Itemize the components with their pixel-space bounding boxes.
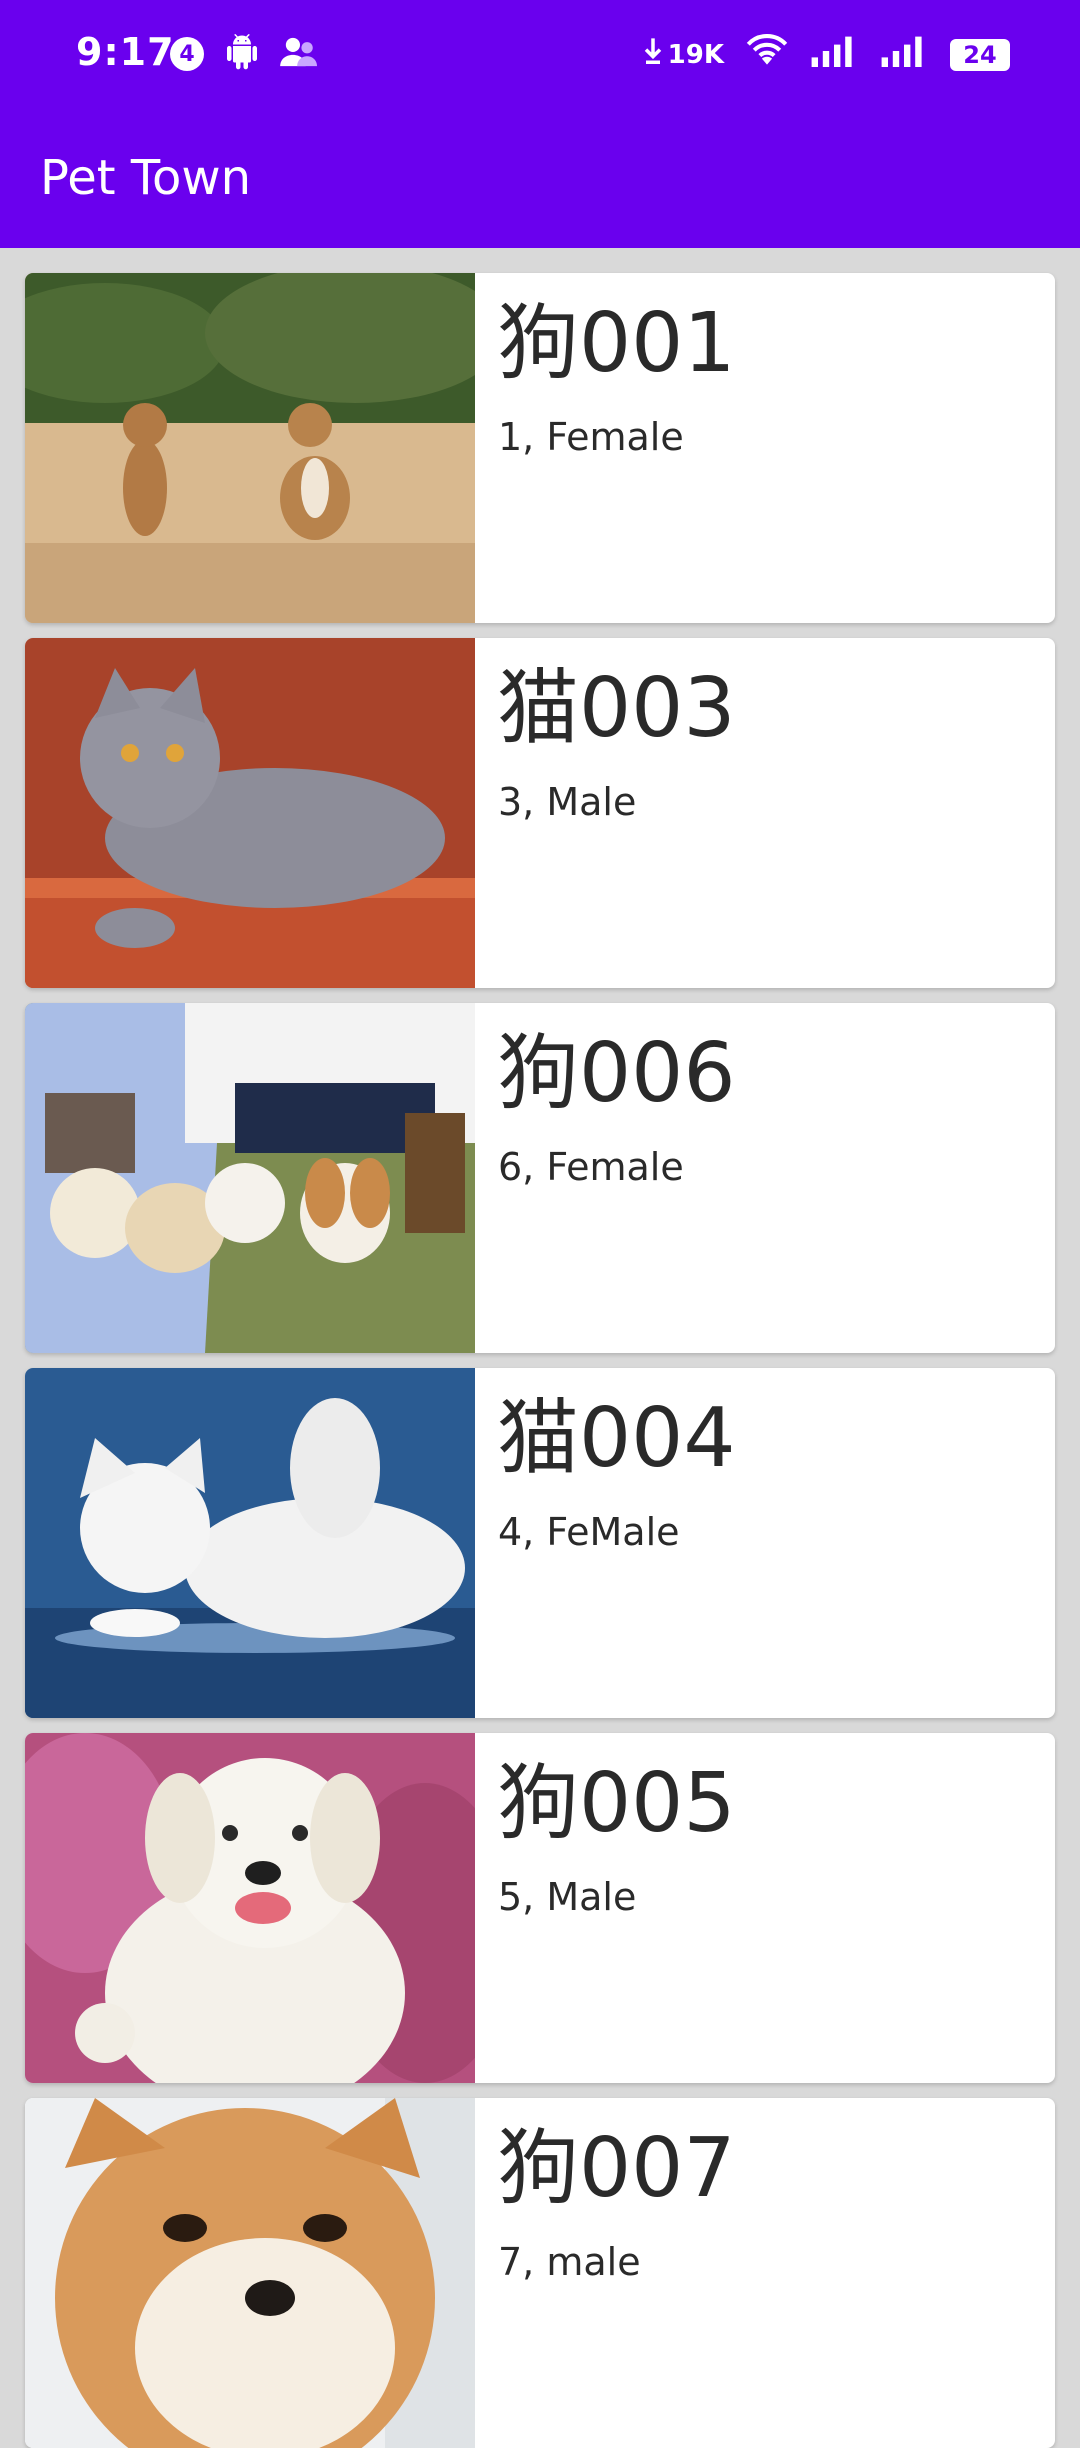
pet-card[interactable]: 狗006 6, Female bbox=[25, 1003, 1055, 1353]
app-bar: Pet Town bbox=[0, 110, 1080, 248]
white-dog-in-flowers-image bbox=[25, 1733, 475, 2083]
status-time: 9:17 bbox=[76, 30, 175, 74]
pet-details: 4, FeMale bbox=[498, 1510, 680, 1554]
android-icon bbox=[224, 34, 260, 74]
pet-photo bbox=[25, 1003, 475, 1353]
pet-photo bbox=[25, 2098, 475, 2448]
pet-details: 1, Female bbox=[498, 415, 684, 459]
pet-card[interactable]: 猫003 3, Male bbox=[25, 638, 1055, 988]
notification-count-badge: 4 bbox=[170, 37, 204, 71]
app-title: Pet Town bbox=[40, 150, 252, 206]
pet-photo bbox=[25, 1368, 475, 1718]
shiba-inu-image bbox=[25, 2098, 475, 2448]
white-kitten-on-blue-image bbox=[25, 1368, 475, 1718]
pet-card[interactable]: 狗005 5, Male bbox=[25, 1733, 1055, 2083]
signal-icon bbox=[810, 35, 858, 74]
pet-details: 5, Male bbox=[498, 1875, 637, 1919]
puppies-on-picnic-blanket-image bbox=[25, 1003, 475, 1353]
wifi-icon bbox=[746, 34, 788, 75]
pet-name: 狗001 bbox=[497, 296, 736, 391]
pet-details: 7, male bbox=[498, 2240, 641, 2284]
grey-cat-on-orange-image bbox=[25, 638, 475, 988]
pet-photo bbox=[25, 638, 475, 988]
pet-details: 3, Male bbox=[498, 780, 637, 824]
download-icon bbox=[644, 37, 662, 72]
pet-name: 猫003 bbox=[497, 661, 736, 756]
person-icon bbox=[280, 35, 320, 73]
battery-icon: 24 bbox=[950, 38, 1010, 71]
pet-card[interactable]: 猫004 4, FeMale bbox=[25, 1368, 1055, 1718]
two-dogs-on-sand-image bbox=[25, 273, 475, 623]
pet-photo bbox=[25, 273, 475, 623]
pet-card[interactable]: 狗007 7, male bbox=[25, 2098, 1055, 2448]
pet-name: 猫004 bbox=[497, 1391, 736, 1486]
signal-icon-2 bbox=[880, 35, 928, 74]
pet-name: 狗007 bbox=[497, 2121, 736, 2216]
pet-card[interactable]: 狗001 1, Female bbox=[25, 273, 1055, 623]
pet-details: 6, Female bbox=[498, 1145, 684, 1189]
pet-name: 狗005 bbox=[497, 1756, 736, 1851]
net-speed: 19K bbox=[667, 39, 724, 70]
pet-photo bbox=[25, 1733, 475, 2083]
pet-name: 狗006 bbox=[497, 1026, 736, 1121]
status-bar: 9:17 4 19K 24 bbox=[0, 0, 1080, 110]
